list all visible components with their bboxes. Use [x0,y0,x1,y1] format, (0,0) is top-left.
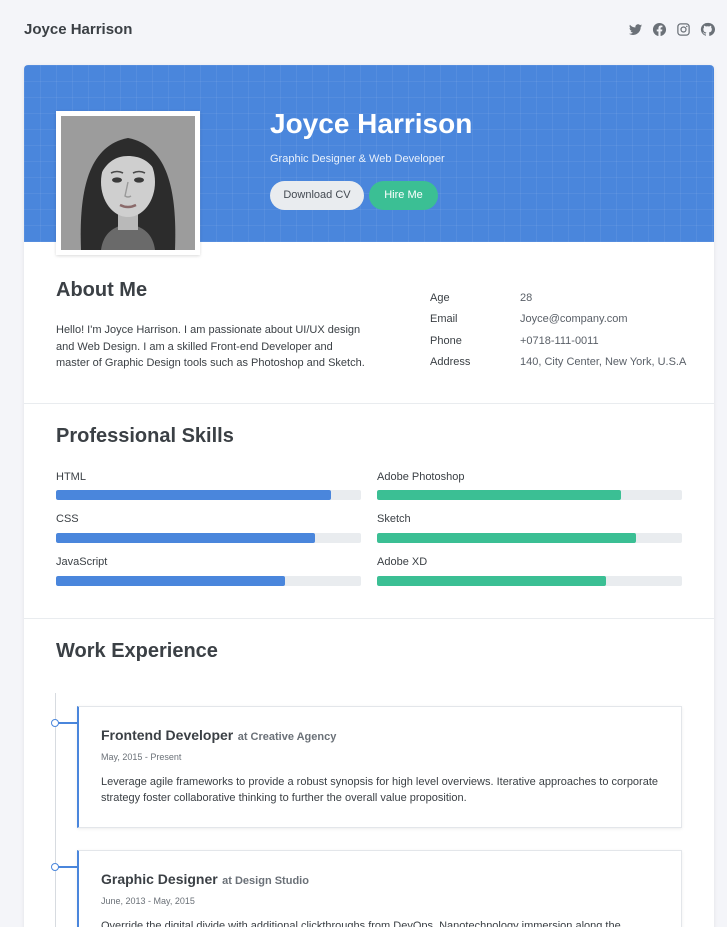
social-links [628,22,715,37]
hero-job-title: Graphic Designer & Web Developer [270,153,445,165]
skill-fill-sketch [377,533,637,543]
download-cv-button[interactable]: Download CV [270,181,364,210]
skill-bar-adobe-xd [377,576,682,586]
info-label-email: Email [430,313,458,325]
info-label-phone: Phone [430,335,462,347]
info-label-age: Age [430,292,450,304]
skill-fill-adobe-xd [377,576,606,586]
job-company: at Creative Agency [237,731,337,743]
about-heading: About Me [56,279,148,301]
experience-item: Frontend Developer at Creative Agency Ma… [77,706,682,828]
job-role: Frontend Developer [101,727,234,743]
experience-heading: Work Experience [56,640,218,662]
instagram-icon[interactable] [676,22,691,37]
skill-label-sketch: Sketch [377,513,411,525]
profile-photo [56,111,200,255]
skill-bar-photoshop [377,490,682,500]
twitter-icon[interactable] [628,22,643,37]
hire-me-button[interactable]: Hire Me [369,181,438,210]
section-divider [24,403,714,404]
skills-heading: Professional Skills [56,425,234,447]
skill-label-adobe-xd: Adobe XD [377,556,428,568]
job-description: Override the digital divide with additio… [101,920,621,927]
facebook-icon[interactable] [652,22,667,37]
job-heading: Graphic Designer at Design Studio [101,871,309,889]
skill-bar-sketch [377,533,682,543]
job-dates: June, 2013 - May, 2015 [101,896,195,906]
info-value-address: 140, City Center, New York, U.S.A [520,356,687,368]
skill-label-javascript: JavaScript [56,556,108,568]
skill-fill-html [56,490,331,500]
about-text: Hello! I'm Joyce Harrison. I am passiona… [56,324,365,369]
section-divider [24,618,714,619]
job-dates: May, 2015 - Present [101,752,182,762]
skill-label-photoshop: Adobe Photoshop [377,471,465,483]
resume-card: Joyce Harrison Graphic Designer & Web De… [24,65,714,927]
brand-name[interactable]: Joyce Harrison [24,21,132,38]
skill-label-html: HTML [56,471,86,483]
skill-bar-css [56,533,361,543]
skill-fill-javascript [56,576,285,586]
skill-bar-html [56,490,361,500]
info-value-email[interactable]: Joyce@company.com [520,313,628,325]
experience-item: Graphic Designer at Design Studio June, … [77,850,682,927]
skill-fill-css [56,533,316,543]
job-heading: Frontend Developer at Creative Agency [101,727,336,745]
info-value-age: 28 [520,292,533,304]
skill-fill-photoshop [377,490,621,500]
skill-label-css: CSS [56,513,79,525]
info-value-phone: +0718-111-0011 [520,335,599,347]
hero-name: Joyce Harrison [270,108,473,139]
portrait-image [61,116,195,250]
timeline-line [55,693,56,927]
job-description: Leverage agile frameworks to provide a r… [101,776,659,804]
github-icon[interactable] [700,22,715,37]
top-bar: Joyce Harrison [0,0,727,60]
job-company: at Design Studio [222,875,309,887]
skill-bar-javascript [56,576,361,586]
job-role: Graphic Designer [101,871,218,887]
info-label-address: Address [430,356,471,368]
